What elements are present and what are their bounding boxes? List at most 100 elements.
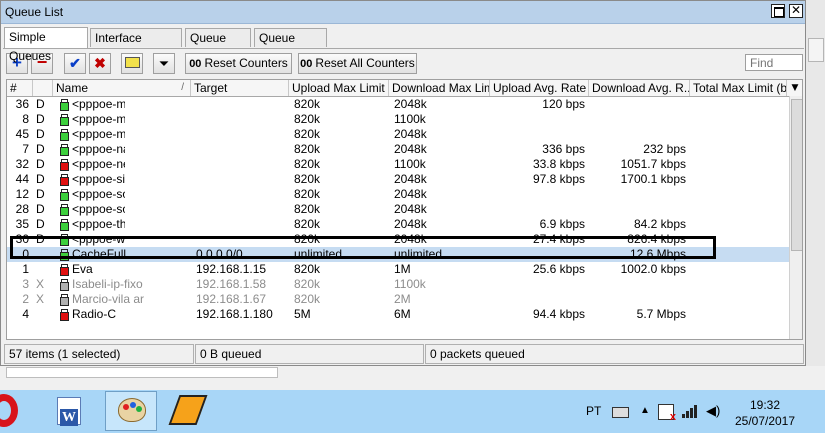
action-center-icon[interactable] — [658, 404, 676, 423]
signal-bar — [682, 414, 685, 418]
tab-queue-tree[interactable]: Queue Tree — [185, 28, 251, 64]
cell-down-avg — [589, 112, 690, 127]
cell-target: 192.168.1.67 — [196, 292, 267, 306]
chevron-down-icon: ▼ — [791, 83, 799, 93]
status-item-count: 57 items (1 selected) — [4, 344, 194, 364]
queue-icon — [60, 129, 69, 141]
cell-down-avg — [589, 277, 690, 292]
queue-icon — [60, 99, 69, 111]
paint-dot — [136, 406, 142, 412]
column-header-total-max[interactable]: Total Max Limit (bi... — [690, 80, 787, 96]
column-header-flags[interactable] — [33, 80, 53, 96]
cell-num: 32 — [15, 157, 29, 171]
cell-up-avg: 94.4 kbps — [532, 307, 585, 321]
cell-flag: D — [36, 97, 45, 111]
cell-up-avg — [490, 277, 589, 292]
column-header-download-max[interactable]: Download Max Limit — [389, 80, 490, 96]
cell-up-avg: 336 bps — [542, 142, 585, 156]
cell-up-max: 820k — [294, 172, 321, 186]
queue-icon — [60, 219, 69, 231]
tab-interface-queues[interactable]: Interface Queues — [90, 28, 182, 64]
cell-total — [690, 157, 787, 172]
cell-up-max: 5M — [294, 307, 311, 321]
cell-down-avg — [589, 127, 690, 142]
cell-num: 36 — [15, 97, 29, 111]
opera-icon[interactable] — [0, 394, 18, 427]
column-header-name-label: Name — [56, 81, 89, 95]
cell-up-avg — [490, 187, 589, 202]
cell-up-avg: 97.8 kbps — [532, 172, 585, 186]
keyboard-icon[interactable] — [612, 407, 629, 418]
highlight-box — [10, 236, 716, 259]
paint-palette-icon — [118, 398, 146, 422]
cell-total — [690, 172, 787, 187]
title-bar[interactable]: Queue List ✕ — [1, 1, 805, 24]
reset-all-counters-icon: 00 — [300, 58, 313, 70]
cell-num: 12 — [15, 187, 29, 201]
find-input[interactable] — [745, 54, 803, 71]
cell-num: 45 — [15, 127, 29, 141]
cell-up-avg: 6.9 kbps — [539, 217, 585, 231]
close-button[interactable]: ✕ — [789, 4, 803, 18]
check-icon: ✔ — [69, 55, 81, 71]
cell-down-max: 2M — [394, 292, 411, 306]
reset-all-counters-button[interactable]: 00 Reset All Counters — [298, 53, 417, 74]
taskbar-winamp[interactable] — [168, 391, 208, 431]
background-scrollbar — [808, 38, 824, 62]
filter-button[interactable]: ⏷ — [153, 53, 175, 74]
cell-up-max: 820k — [294, 262, 321, 276]
language-indicator[interactable]: PT — [586, 402, 601, 420]
queue-list-window: Queue List ✕ Simple Queues Interface Que… — [0, 0, 806, 366]
signal-bar — [690, 408, 693, 418]
volume-icon[interactable]: ◀) — [706, 404, 720, 418]
queue-icon — [60, 264, 69, 276]
table-row[interactable]: 2X Marcio-vila arrué 192.168.1.67 820k 2M — [7, 292, 789, 307]
column-header-upload-max[interactable]: Upload Max Limit — [289, 80, 389, 96]
window-title: Queue List — [5, 5, 64, 19]
queue-icon — [60, 309, 69, 321]
taskbar-paint[interactable] — [105, 391, 157, 431]
table-row[interactable]: 4 Radio-C 192.168.1.180 5M 6M 94.4 kbps 5.7 Mb… — [7, 307, 789, 322]
maximize-button[interactable] — [771, 4, 785, 18]
cell-num: 8 — [22, 112, 29, 126]
cell-target: 192.168.1.58 — [196, 277, 267, 291]
column-header-name[interactable]: Name / — [53, 80, 191, 96]
tab-queue-types[interactable]: Queue Types — [254, 28, 327, 64]
table-row[interactable]: 1 Eva 192.168.1.15 820k 1M 25.6 kbps 1002.0 kb… — [7, 262, 789, 277]
column-header-download-avg[interactable]: Download Avg. R... — [589, 80, 690, 96]
column-header-target[interactable]: Target — [191, 80, 289, 96]
taskbar-word[interactable]: W — [48, 391, 88, 431]
scrollbar-thumb[interactable] — [791, 99, 802, 251]
cell-down-max: 1100k — [394, 157, 426, 171]
column-chooser-button[interactable]: ▼ — [787, 80, 802, 96]
cell-num: 28 — [15, 202, 29, 216]
background-field — [6, 367, 278, 378]
vertical-scrollbar[interactable] — [789, 96, 802, 339]
reset-counters-button[interactable]: 00 Reset Counters — [185, 53, 292, 74]
cell-down-max: 1M — [394, 262, 411, 276]
show-hidden-icons[interactable]: ▲ — [638, 404, 652, 418]
redacted-area — [125, 97, 195, 247]
enable-button[interactable]: ✔ — [64, 53, 86, 74]
table-header: # Name / Target Upload Max Limit Download… — [7, 80, 802, 97]
cell-up-max: 820k — [294, 97, 321, 111]
clock[interactable]: 19:32 25/07/2017 — [730, 397, 800, 429]
cell-target: 192.168.1.180 — [196, 307, 273, 321]
tab-simple-queues[interactable]: Simple Queues — [4, 27, 88, 63]
signal-bar — [686, 411, 689, 418]
cell-down-avg — [589, 202, 690, 217]
cell-flag: D — [36, 187, 45, 201]
winamp-icon — [168, 395, 208, 425]
comment-button[interactable] — [121, 53, 143, 74]
queue-icon — [60, 144, 69, 156]
cell-num: 3 — [22, 277, 29, 291]
cell-down-max: 1100k — [394, 112, 426, 126]
disable-button[interactable]: ✖ — [89, 53, 111, 74]
network-signal-icon[interactable] — [682, 404, 697, 418]
cell-num: 44 — [15, 172, 29, 186]
cell-down-avg — [589, 292, 690, 307]
column-header-number[interactable]: # — [7, 80, 33, 96]
table-row[interactable]: 3 X Isabeli-ip-fixo 192.168.1.58 820k 1100k — [7, 277, 789, 292]
word-icon: W — [57, 397, 81, 426]
column-header-upload-avg[interactable]: Upload Avg. Rate — [490, 80, 589, 96]
